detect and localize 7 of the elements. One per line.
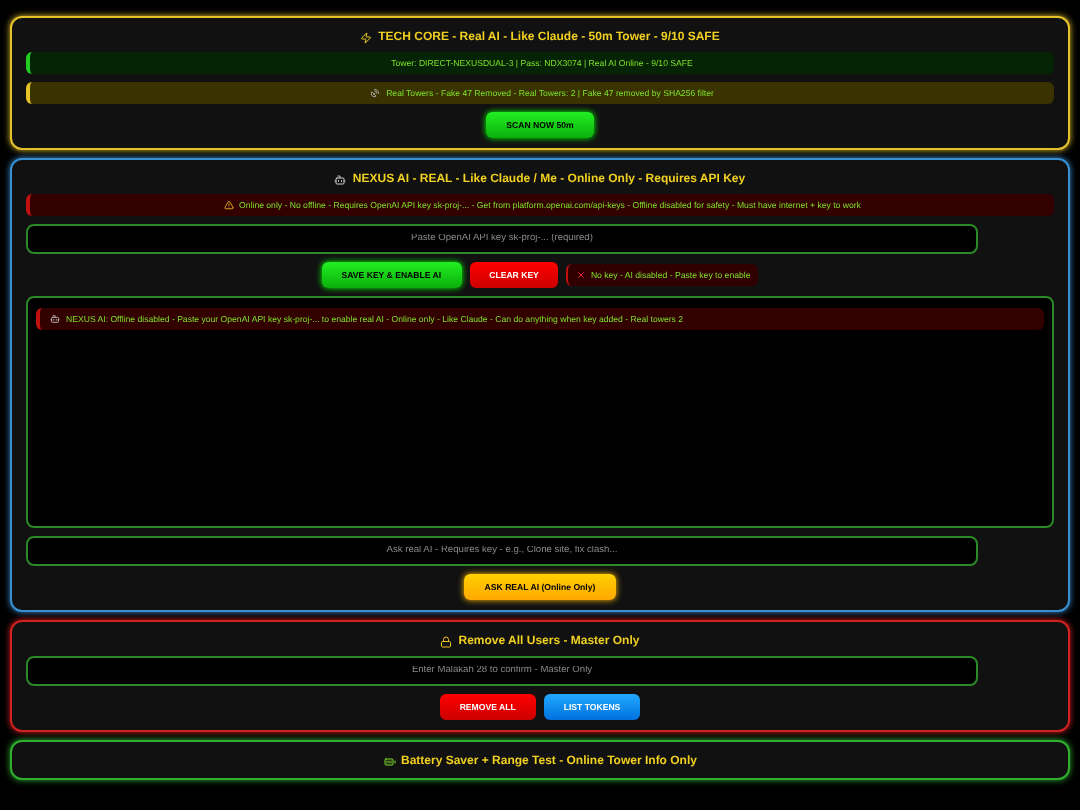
lock-icon <box>440 636 453 648</box>
satellite-dish-icon <box>370 88 381 98</box>
battery-icon <box>383 756 395 768</box>
warning-icon <box>223 200 234 210</box>
robot-icon <box>50 314 60 324</box>
robot-icon <box>334 174 347 186</box>
lightning-icon <box>360 32 373 44</box>
